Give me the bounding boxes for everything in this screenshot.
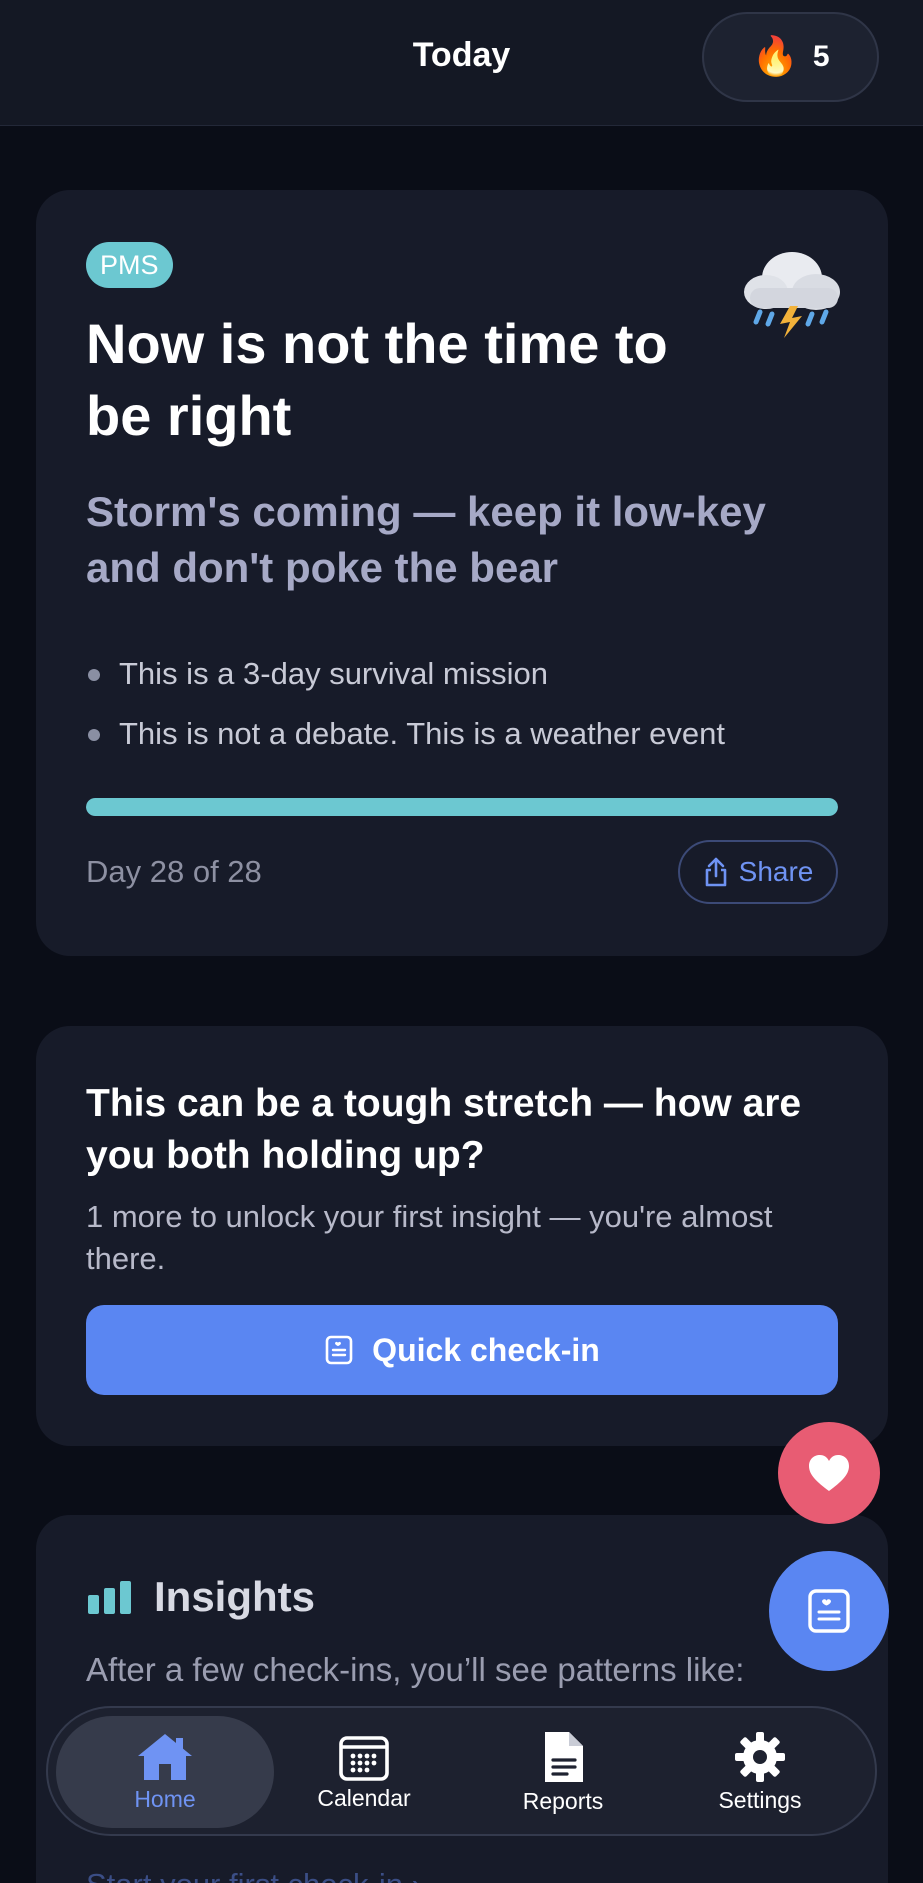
list-item: This is a 3-day survival mission	[86, 644, 856, 704]
quick-checkin-label: Quick check-in	[372, 1331, 600, 1368]
insights-title: Insights	[154, 1573, 316, 1620]
heart-icon	[809, 1455, 849, 1491]
storm-cloud-icon	[744, 252, 840, 338]
tab-settings-label: Settings	[718, 1786, 802, 1813]
flame-icon: 🔥	[751, 36, 799, 78]
top-header: Today 🔥 5	[0, 0, 923, 126]
love-fab-button[interactable]	[778, 1422, 880, 1524]
tab-home-label: Home	[134, 1785, 196, 1812]
calendar-icon	[339, 1735, 389, 1781]
start-checkin-link-label: Start your first check-in	[86, 1867, 403, 1883]
list-item: This is not a debate. This is a weather …	[86, 704, 856, 764]
bar-chart-icon	[88, 1581, 131, 1614]
streak-counter-button[interactable]: 🔥 5	[702, 12, 879, 102]
day-counter: Day 28 of 28	[86, 854, 262, 889]
note-icon	[808, 1589, 850, 1633]
checkin-title: This can be a tough stretch — how are yo…	[86, 1082, 802, 1177]
checkin-card: This can be a tough stretch — how are yo…	[36, 1026, 888, 1446]
app-screen: Today 🔥 5 PMS Now is not the time to be …	[0, 0, 923, 1883]
tab-reports-label: Reports	[522, 1787, 604, 1814]
share-label: Share	[738, 856, 814, 887]
tab-home[interactable]: Home	[56, 1716, 274, 1828]
tab-calendar-label: Calendar	[317, 1784, 411, 1811]
tab-reports[interactable]: Reports	[473, 1716, 653, 1828]
phase-badge: PMS	[86, 242, 173, 288]
share-button[interactable]: Share	[678, 840, 838, 904]
cycle-progress-fill	[86, 798, 838, 816]
streak-count: 5	[812, 40, 830, 73]
tab-settings[interactable]: Settings	[670, 1716, 850, 1828]
start-checkin-link[interactable]: Start your first check-in ›	[86, 1867, 422, 1883]
tips-list: This is a 3-day survival mission This is…	[86, 644, 856, 764]
insights-header: Insights	[86, 1573, 315, 1621]
chevron-right-icon: ›	[412, 1867, 422, 1883]
gear-icon	[735, 1731, 785, 1782]
note-icon	[325, 1335, 353, 1365]
quick-checkin-button[interactable]: Quick check-in	[86, 1305, 838, 1395]
checkin-subtitle: 1 more to unlock your first insight — yo…	[86, 1199, 773, 1276]
phase-subtitle: Storm's coming — keep it low-key and don…	[86, 488, 766, 591]
share-icon	[705, 857, 726, 887]
home-icon	[138, 1733, 192, 1780]
document-icon	[545, 1731, 583, 1782]
checkin-fab-button[interactable]	[769, 1551, 889, 1671]
phase-title: Now is not the time to be right	[86, 312, 668, 447]
insights-subtitle: After a few check-ins, you’ll see patter…	[86, 1651, 745, 1688]
bottom-tab-bar: Home Calendar Reports Settings	[46, 1706, 877, 1836]
phase-card: PMS Now is not the time to be right Stor…	[36, 190, 888, 956]
tab-calendar[interactable]: Calendar	[274, 1716, 454, 1828]
cycle-progress-bar	[86, 798, 838, 816]
